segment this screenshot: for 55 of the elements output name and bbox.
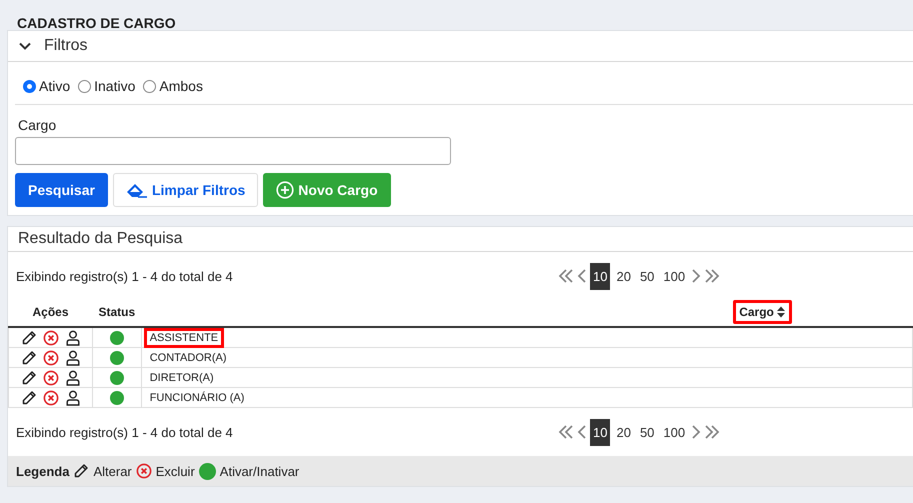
user-icon[interactable] — [64, 370, 80, 386]
page-size-option[interactable]: 10 — [590, 262, 610, 290]
page-size-option[interactable]: 50 — [636, 262, 658, 290]
column-header: Status — [98, 304, 136, 321]
panel-title: Resultado da Pesquisa — [18, 230, 183, 248]
user-icon[interactable] — [64, 350, 80, 366]
table-cell-text: FUNCIONÁRIO (A) — [148, 390, 246, 406]
double-chevron-left-icon[interactable] — [558, 268, 574, 284]
chevron-left-icon[interactable] — [577, 424, 587, 440]
radio-option[interactable]: Inativo — [78, 78, 136, 94]
page-title: CADASTRO DE CARGO — [16, 14, 177, 30]
delete-icon[interactable] — [42, 370, 58, 386]
pencil-icon[interactable] — [20, 350, 36, 366]
column-header: Ações — [31, 304, 70, 321]
panel-title: Filtros — [44, 37, 88, 55]
table-cell: ASSISTENTE — [144, 328, 224, 348]
page-size-option[interactable]: 10 — [590, 418, 610, 446]
delete-icon[interactable] — [42, 330, 58, 346]
double-chevron-left-icon[interactable] — [558, 424, 574, 440]
page-size-option[interactable]: 20 — [613, 418, 634, 446]
double-chevron-right-icon[interactable] — [704, 424, 720, 440]
chevron-right-icon[interactable] — [691, 424, 702, 440]
radio-option[interactable]: Ambos — [143, 78, 203, 94]
chevron-right-icon[interactable] — [691, 268, 702, 284]
page-size-option[interactable]: 100 — [660, 262, 688, 290]
table-cell-text: CONTADOR(A) — [148, 350, 228, 366]
record-count: Exibindo registro(s) 1 - 4 do total de 4 — [16, 268, 234, 284]
page-size-option[interactable]: 20 — [613, 262, 634, 290]
pencil-icon[interactable] — [20, 370, 36, 386]
page-size-option[interactable]: 100 — [660, 418, 688, 446]
legend-label: Ativar/Inativar — [220, 464, 300, 478]
pencil-icon[interactable] — [20, 390, 36, 406]
clear-filters-button[interactable]: Limpar Filtros — [112, 173, 258, 207]
cargo-input[interactable] — [15, 137, 451, 165]
delete-icon[interactable] — [42, 390, 58, 406]
field-label: Cargo — [17, 117, 58, 133]
legend-label: Excluir — [156, 464, 195, 478]
double-chevron-right-icon[interactable] — [704, 268, 720, 284]
delete-icon[interactable] — [42, 350, 58, 366]
user-icon[interactable] — [64, 330, 80, 346]
pencil-icon — [73, 463, 90, 479]
chevron-left-icon[interactable] — [577, 268, 587, 284]
column-header[interactable]: Cargo — [733, 300, 792, 324]
delete-icon — [136, 463, 152, 479]
user-icon[interactable] — [64, 390, 80, 406]
table-cell-text: DIRETOR(A) — [148, 370, 215, 386]
record-count: Exibindo registro(s) 1 - 4 do total de 4 — [16, 424, 234, 440]
radio-option[interactable]: Ativo — [23, 78, 70, 94]
pencil-icon[interactable] — [20, 330, 36, 346]
plus-circle-icon — [276, 181, 294, 199]
page-size-option[interactable]: 50 — [636, 418, 658, 446]
eraser-icon — [126, 182, 148, 198]
legend-title: Legenda — [16, 464, 70, 478]
legend-label: Alterar — [93, 464, 132, 478]
search-button[interactable]: Pesquisar — [15, 173, 108, 207]
